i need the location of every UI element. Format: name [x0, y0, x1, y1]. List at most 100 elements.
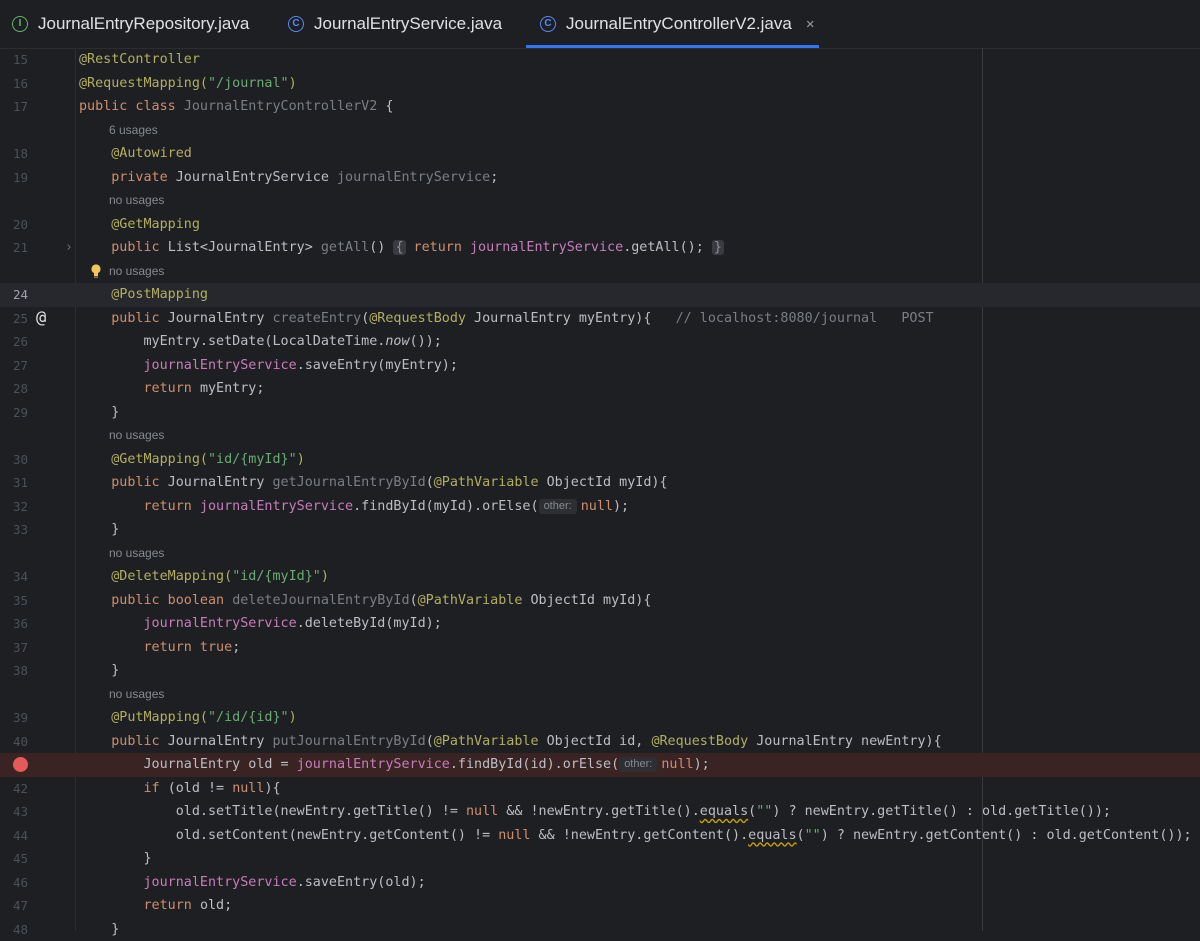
line-number: 21: [0, 236, 28, 260]
line-number: 15: [0, 48, 28, 72]
code-text: @RestController: [79, 48, 200, 72]
code-text: myEntry.setDate(LocalDateTime.now());: [79, 330, 442, 354]
line-number: 36: [0, 612, 28, 636]
parameter-hint: other:: [539, 499, 577, 514]
code-line: 19 private JournalEntryService journalEn…: [0, 166, 1200, 190]
code-text: }: [79, 518, 119, 542]
request-mapping-at-icon[interactable]: @: [36, 307, 46, 331]
breakpoint-icon[interactable]: [13, 757, 28, 772]
fold-chevron-icon[interactable]: ›: [65, 236, 73, 260]
code-text: }: [79, 847, 152, 871]
usages-hint[interactable]: 6 usages: [109, 119, 158, 143]
tab-label: JournalEntryControllerV2.java: [566, 14, 792, 34]
code-line: 29 }: [0, 401, 1200, 425]
usages-hint[interactable]: no usages: [109, 424, 164, 448]
line-number: 19: [0, 166, 28, 190]
code-line: 33 }: [0, 518, 1200, 542]
line-number: 20: [0, 213, 28, 237]
line-number: 17: [0, 95, 28, 119]
interface-icon: I: [12, 16, 28, 32]
code-line: 48 }: [0, 918, 1200, 941]
folded-block[interactable]: }: [712, 240, 724, 255]
code-line: 16 @RequestMapping("/journal"): [0, 72, 1200, 96]
code-line: 38 }: [0, 659, 1200, 683]
tab-label: JournalEntryRepository.java: [38, 14, 249, 34]
code-editor[interactable]: 15 @RestController 16 @RequestMapping("/…: [0, 48, 1200, 931]
usages-hint[interactable]: no usages: [109, 542, 164, 566]
code-line: 27 journalEntryService.saveEntry(myEntry…: [0, 354, 1200, 378]
inlay-hint-row: no usages: [0, 189, 1200, 213]
code-text: journalEntryService.saveEntry(old);: [79, 871, 426, 895]
code-line: 34 @DeleteMapping("id/{myId}"): [0, 565, 1200, 589]
code-text: @GetMapping("id/{myId}"): [79, 448, 305, 472]
code-text: journalEntryService.saveEntry(myEntry);: [79, 354, 458, 378]
line-number: 24: [0, 283, 28, 307]
code-line: 28 return myEntry;: [0, 377, 1200, 401]
code-line: 25 @ public JournalEntry createEntry(@Re…: [0, 307, 1200, 331]
tab-journal-entry-repository[interactable]: I JournalEntryRepository.java: [12, 0, 249, 48]
code-text: }: [79, 918, 119, 941]
code-line: 30 @GetMapping("id/{myId}"): [0, 448, 1200, 472]
line-number: 30: [0, 448, 28, 472]
code-line: 42 if (old != null){: [0, 777, 1200, 801]
code-text: }: [79, 659, 119, 683]
tab-journal-entry-controller-v2[interactable]: C JournalEntryControllerV2.java ×: [526, 0, 819, 48]
line-number: 38: [0, 659, 28, 683]
inlay-hint-row: no usages: [0, 683, 1200, 707]
code-line: 43 old.setTitle(newEntry.getTitle() != n…: [0, 800, 1200, 824]
code-line: 37 return true;: [0, 636, 1200, 660]
inlay-hint-row: 6 usages: [0, 119, 1200, 143]
line-number: 39: [0, 706, 28, 730]
inlay-hint-row: no usages: [0, 542, 1200, 566]
code-line: 20 @GetMapping: [0, 213, 1200, 237]
parameter-hint: other:: [619, 757, 657, 772]
code-line-current: 24 @PostMapping: [0, 283, 1200, 307]
line-number: 33: [0, 518, 28, 542]
line-number: 45: [0, 847, 28, 871]
code-line: 15 @RestController: [0, 48, 1200, 72]
usages-hint[interactable]: no usages: [109, 683, 164, 707]
code-text: JournalEntry old = journalEntryService.f…: [79, 753, 710, 777]
code-text: public JournalEntry getJournalEntryById(…: [79, 471, 668, 495]
code-text: journalEntryService.deleteById(myId);: [79, 612, 442, 636]
usages-hint[interactable]: no usages: [109, 189, 164, 213]
close-icon[interactable]: ×: [806, 16, 815, 33]
line-number: 28: [0, 377, 28, 401]
code-text: public JournalEntry createEntry(@Request…: [79, 307, 934, 331]
code-text: @GetMapping: [79, 213, 200, 237]
line-number: 37: [0, 636, 28, 660]
code-line: 36 journalEntryService.deleteById(myId);: [0, 612, 1200, 636]
code-line: 26 myEntry.setDate(LocalDateTime.now());: [0, 330, 1200, 354]
code-text: return myEntry;: [79, 377, 264, 401]
code-line: 31 public JournalEntry getJournalEntryBy…: [0, 471, 1200, 495]
tab-journal-entry-service[interactable]: C JournalEntryService.java: [288, 0, 502, 48]
class-icon: C: [540, 16, 556, 32]
code-text: @Autowired: [79, 142, 192, 166]
line-number: 32: [0, 495, 28, 519]
code-line: 44 old.setContent(newEntry.getContent() …: [0, 824, 1200, 848]
line-number: 40: [0, 730, 28, 754]
code-line: 18 @Autowired: [0, 142, 1200, 166]
line-number: 31: [0, 471, 28, 495]
code-text: public boolean deleteJournalEntryById(@P…: [79, 589, 651, 613]
code-line: 32 return journalEntryService.findById(m…: [0, 495, 1200, 519]
usages-hint[interactable]: no usages: [109, 260, 164, 284]
inlay-hint-row: no usages: [0, 424, 1200, 448]
code-text: public List<JournalEntry> getAll() { ret…: [79, 236, 724, 260]
line-number: 42: [0, 777, 28, 801]
code-line: 45 }: [0, 847, 1200, 871]
code-text: return true;: [79, 636, 240, 660]
code-line: 39 @PutMapping("/id/{id}"): [0, 706, 1200, 730]
code-text: @PostMapping: [79, 283, 208, 307]
lightbulb-icon[interactable]: [90, 264, 102, 278]
code-text: private JournalEntryService journalEntry…: [79, 166, 498, 190]
line-number: 18: [0, 142, 28, 166]
line-number: 26: [0, 330, 28, 354]
folded-block[interactable]: {: [393, 240, 405, 255]
line-number: 46: [0, 871, 28, 895]
code-line-breakpoint: JournalEntry old = journalEntryService.f…: [0, 753, 1200, 777]
line-number: 44: [0, 824, 28, 848]
line-number: 35: [0, 589, 28, 613]
code-text: @PutMapping("/id/{id}"): [79, 706, 297, 730]
editor-tab-bar: I JournalEntryRepository.java C JournalE…: [0, 0, 1200, 49]
